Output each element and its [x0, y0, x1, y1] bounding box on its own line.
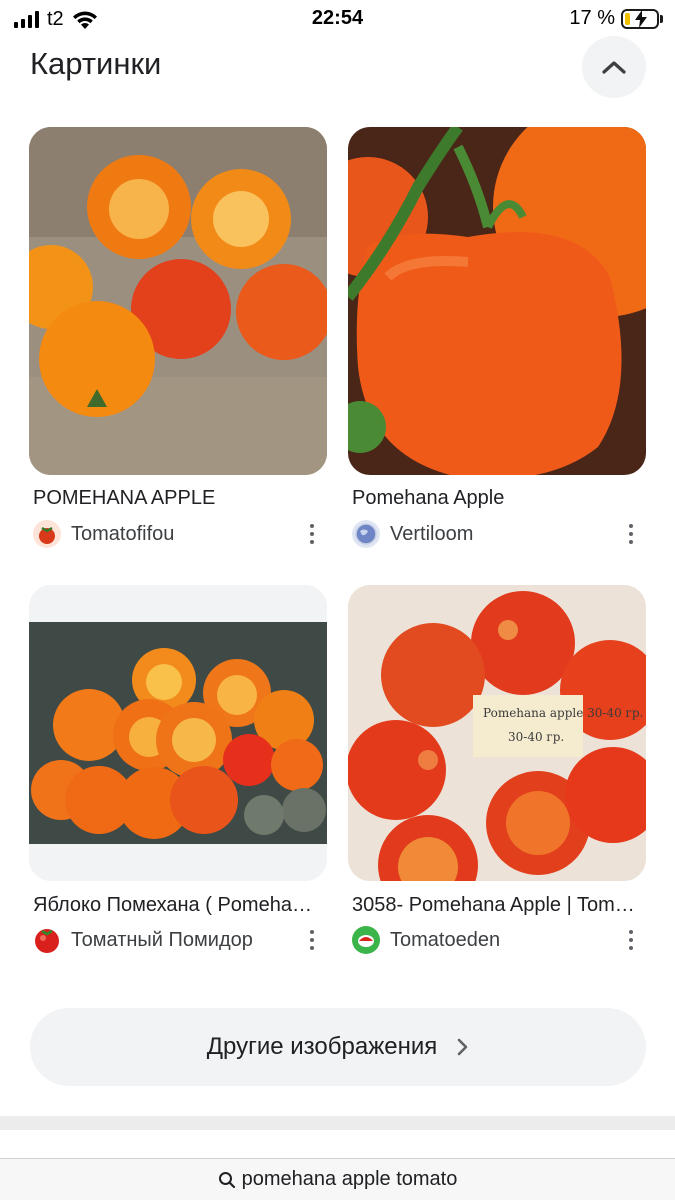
image-thumbnail[interactable]: [348, 127, 646, 475]
more-images-button[interactable]: Другие изображения: [30, 1008, 646, 1086]
status-bar-right: 17 %: [569, 7, 663, 30]
more-vert-icon[interactable]: [620, 927, 642, 953]
chevron-right-icon: [457, 1038, 468, 1056]
status-bar: t2 22:54 17 %: [0, 0, 675, 38]
search-icon: [218, 1171, 235, 1188]
tomato-favicon: [33, 520, 61, 548]
image-thumbnail[interactable]: Pomehana apple 30-40 гр. 30-40 гр.: [348, 585, 646, 881]
collapse-button[interactable]: [582, 36, 646, 98]
image-source[interactable]: Vertiloom: [352, 520, 646, 548]
image-title[interactable]: Pomehana Apple: [352, 487, 637, 510]
section-title: Картинки: [30, 46, 162, 81]
image-source[interactable]: Tomatofifou: [33, 520, 327, 548]
source-name: Vertiloom: [390, 522, 474, 545]
chevron-up-icon: [602, 61, 626, 74]
image-title[interactable]: 3058- Pomehana Apple | Tomatoeden: [352, 894, 637, 917]
more-vert-icon[interactable]: [301, 521, 323, 547]
search-query: pomehana apple tomato: [241, 1168, 458, 1190]
more-images-label: Другие изображения: [206, 1033, 438, 1060]
more-vert-icon[interactable]: [301, 927, 323, 953]
image-thumbnail[interactable]: [29, 127, 327, 475]
image-title[interactable]: POMEHANA APPLE: [33, 487, 318, 510]
image-thumbnail[interactable]: [29, 585, 327, 881]
svg-text:30-40 гр.: 30-40 гр.: [508, 730, 564, 744]
source-name: Tomatoeden: [390, 928, 501, 951]
address-bar[interactable]: pomehana apple tomato: [0, 1158, 675, 1200]
globe-favicon: [352, 520, 380, 548]
battery-percent: 17 %: [569, 7, 615, 29]
source-name: Томатный Помидор: [71, 928, 253, 951]
handwritten-note: Pomehana apple 30-40 гр.: [483, 706, 643, 720]
more-vert-icon[interactable]: [620, 521, 642, 547]
battery-tip: [660, 14, 663, 23]
section-divider: [0, 1116, 675, 1130]
image-title[interactable]: Яблоко Помехана ( Pomehana Apple ): [33, 894, 318, 917]
tomato-favicon: [33, 926, 61, 954]
image-source[interactable]: Томатный Помидор: [33, 926, 327, 954]
image-source[interactable]: Tomatoeden: [352, 926, 646, 954]
source-name: Tomatofifou: [71, 522, 175, 545]
tomatoeden-favicon: [352, 926, 380, 954]
battery-charging-icon: [621, 8, 659, 29]
